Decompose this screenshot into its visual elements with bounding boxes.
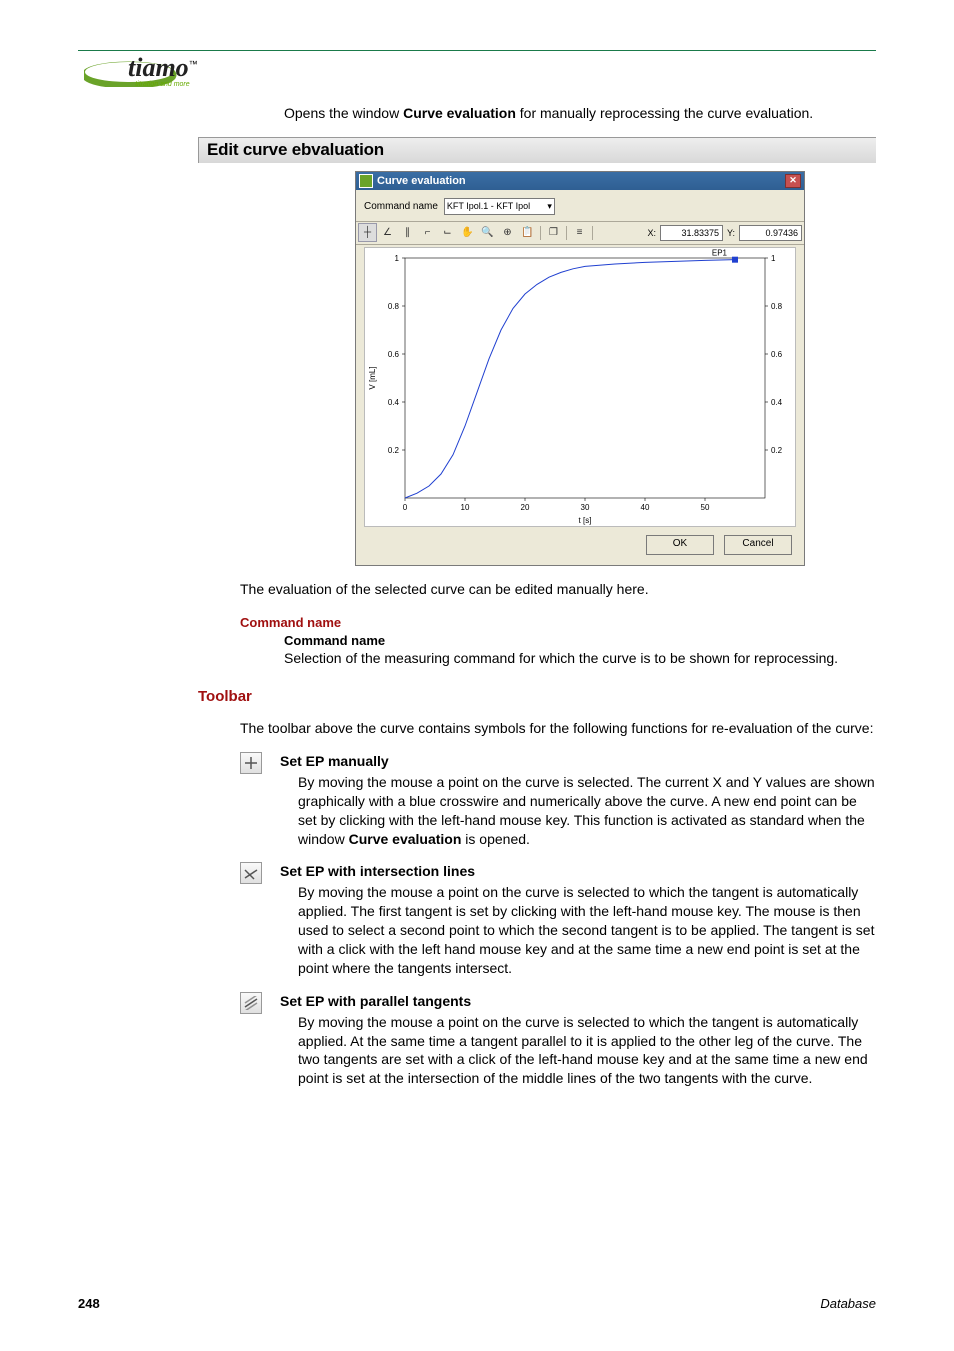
intro-bold: Curve evaluation — [403, 105, 516, 121]
plus-icon — [240, 752, 262, 774]
chart-toolbar: ┼ ∠ ∥ ⌐ ⌙ ✋ 🔍 ⊕ 📋 ❐ ≡ — [356, 221, 804, 245]
svg-text:0.4: 0.4 — [388, 398, 400, 407]
chart-svg: 0.20.40.60.810.20.40.60.8101020304050t [… — [365, 248, 795, 526]
svg-text:1: 1 — [395, 254, 400, 263]
intro-pre: Opens the window — [284, 105, 403, 121]
command-name-subhdr: Command name — [284, 632, 876, 650]
screenshot-caption: The evaluation of the selected curve can… — [240, 580, 876, 599]
copy-button[interactable]: 📋 — [518, 223, 537, 242]
tool-4-button[interactable]: ⌐ — [418, 223, 437, 242]
tool-item: Set EP with parallel tangents By moving t… — [240, 992, 876, 1088]
intersect-icon — [240, 862, 262, 884]
page-number: 248 — [78, 1296, 100, 1311]
command-name-hdr: Command name — [240, 615, 341, 630]
svg-text:0.2: 0.2 — [771, 446, 783, 455]
logo: tiamo™ titration and more — [84, 57, 876, 90]
y-coord-value: 0.97436 — [739, 225, 802, 241]
toolbar-intro: The toolbar above the curve contains sym… — [240, 719, 876, 738]
close-button[interactable]: ✕ — [785, 174, 801, 188]
svg-text:EP1: EP1 — [712, 249, 728, 258]
svg-text:0.8: 0.8 — [388, 302, 400, 311]
set-ep-parallel-button[interactable]: ∥ — [398, 223, 417, 242]
toolbar-heading: Toolbar — [198, 688, 876, 705]
command-name-value: KFT Ipol.1 - KFT Ipol — [447, 201, 530, 211]
dialog-icon — [359, 174, 373, 188]
dialog-window: Curve evaluation ✕ Command name KFT Ipol… — [355, 171, 805, 566]
logo-tm: ™ — [189, 59, 198, 69]
toolbar-sep — [592, 226, 593, 240]
curve-evaluation-screenshot: Curve evaluation ✕ Command name KFT Ipol… — [355, 171, 805, 566]
svg-text:0.6: 0.6 — [771, 350, 783, 359]
tool-title: Set EP with parallel tangents — [280, 992, 876, 1011]
svg-text:30: 30 — [581, 503, 590, 512]
parallel-icon — [240, 992, 262, 1014]
svg-text:0: 0 — [403, 503, 408, 512]
tool-body: By moving the mouse a point on the curve… — [298, 883, 876, 977]
svg-text:40: 40 — [641, 503, 650, 512]
intro-paragraph: Opens the window Curve evaluation for ma… — [284, 104, 876, 123]
svg-text:0.8: 0.8 — [771, 302, 783, 311]
ok-button[interactable]: OK — [646, 535, 714, 555]
y-coord-label: Y: — [727, 228, 735, 238]
cancel-button[interactable]: Cancel — [724, 535, 792, 555]
page-footer: 248 Database — [78, 1296, 876, 1311]
section-heading: Edit curve ebvaluation — [198, 137, 876, 163]
tool-6-button[interactable]: ✋ — [458, 223, 477, 242]
toolbar-sep — [540, 226, 541, 240]
svg-text:0.4: 0.4 — [771, 398, 783, 407]
command-name-label: Command name — [364, 201, 438, 212]
x-coord-value: 31.83375 — [660, 225, 723, 241]
tool-title: Set EP with intersection lines — [280, 862, 876, 881]
list-button[interactable]: ≡ — [570, 223, 589, 242]
chevron-down-icon: ▾ — [547, 201, 552, 212]
command-name-select[interactable]: KFT Ipol.1 - KFT Ipol ▾ — [444, 198, 555, 215]
window-button[interactable]: ❐ — [544, 223, 563, 242]
logo-text: tiamo — [128, 53, 189, 82]
svg-text:10: 10 — [461, 503, 470, 512]
svg-text:V [mL]: V [mL] — [368, 366, 377, 389]
svg-text:1: 1 — [771, 254, 776, 263]
x-coord-label: X: — [647, 228, 656, 238]
tool-item: Set EP with intersection lines By moving … — [240, 862, 876, 977]
tool-body: By moving the mouse a point on the curve… — [298, 773, 876, 849]
tool-title: Set EP manually — [280, 752, 876, 771]
toolbar-sep — [566, 226, 567, 240]
zoom-button[interactable]: 🔍 — [478, 223, 497, 242]
svg-text:t [s]: t [s] — [579, 516, 592, 525]
tool-body: By moving the mouse a point on the curve… — [298, 1013, 876, 1089]
intro-post: for manually reprocessing the curve eval… — [516, 105, 813, 121]
dialog-title: Curve evaluation — [377, 175, 466, 187]
set-ep-manual-button[interactable]: ┼ — [358, 223, 377, 242]
tool-5-button[interactable]: ⌙ — [438, 223, 457, 242]
svg-text:0.6: 0.6 — [388, 350, 400, 359]
set-ep-intersect-button[interactable]: ∠ — [378, 223, 397, 242]
zoom-in-button[interactable]: ⊕ — [498, 223, 517, 242]
svg-text:50: 50 — [701, 503, 710, 512]
curve-chart[interactable]: 0.20.40.60.810.20.40.60.8101020304050t [… — [364, 247, 796, 527]
tool-item: Set EP manually By moving the mouse a poi… — [240, 752, 876, 848]
logo-subtitle: titration and more — [128, 81, 190, 88]
svg-text:0.2: 0.2 — [388, 446, 400, 455]
command-name-body: Selection of the measuring command for w… — [284, 649, 876, 668]
header-rule — [78, 50, 876, 51]
dialog-titlebar: Curve evaluation ✕ — [356, 172, 804, 190]
footer-section: Database — [820, 1296, 876, 1311]
svg-text:20: 20 — [521, 503, 530, 512]
